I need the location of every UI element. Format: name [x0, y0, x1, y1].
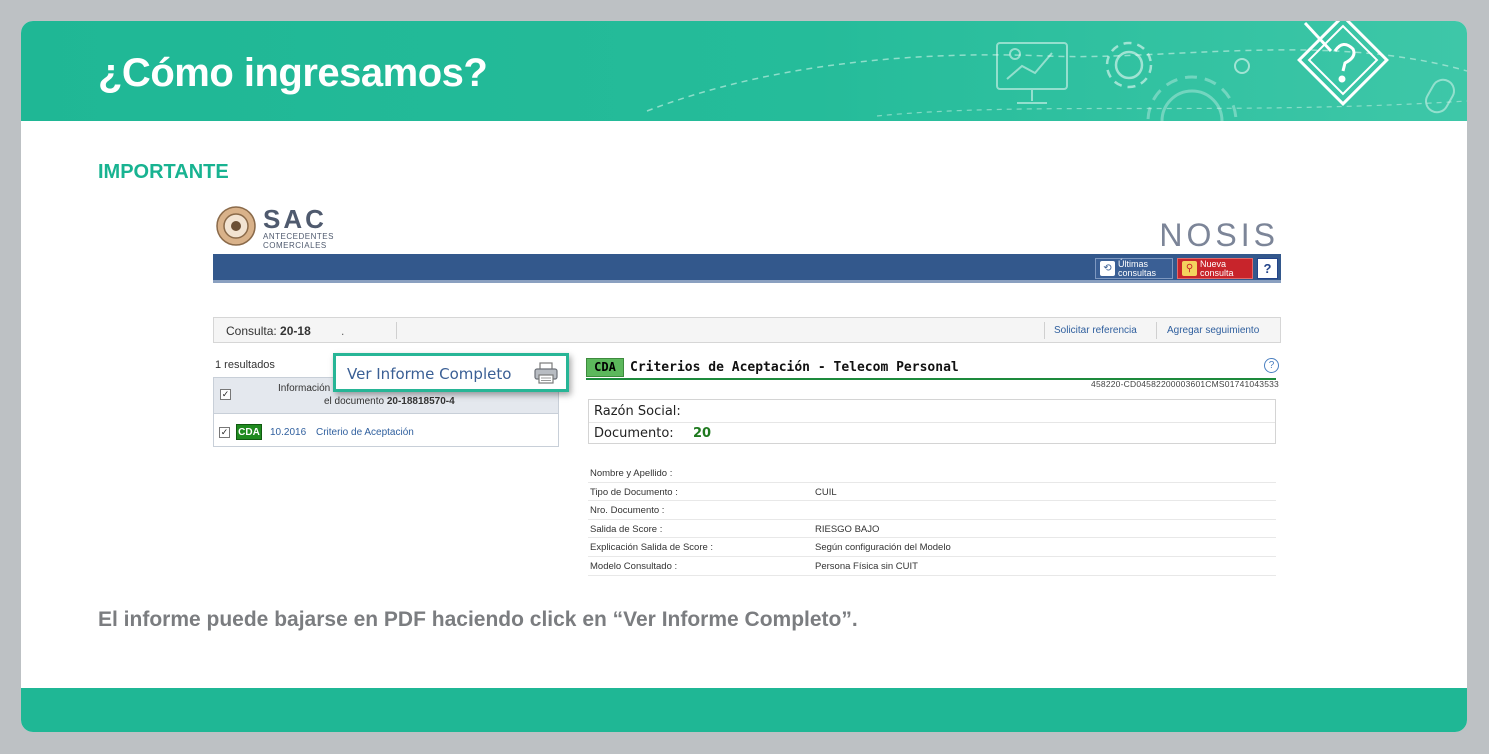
query-label: Consulta: 20-18 [226, 324, 311, 338]
report-details-table: Nombre y Apellido : Tipo de Documento : … [588, 464, 1276, 576]
ver-informe-completo-button[interactable]: Ver Informe Completo [333, 353, 569, 392]
ultimas-consultas-button[interactable]: ⟲ Últimas consultas [1095, 258, 1173, 279]
cda-badge: CDA [236, 424, 262, 440]
row-checkbox[interactable]: ✓ [219, 427, 230, 438]
razon-social-label: Razón Social: [594, 404, 681, 419]
results-header-doc: 20-18818570-4 [386, 396, 455, 407]
slide-title: ¿Cómo ingresamos? [98, 51, 488, 95]
documento-value: 20 [693, 426, 712, 441]
section-label: IMPORTANTE [98, 161, 229, 183]
app-navbar: ⟲ Últimas consultas ⚲ Nueva consulta ? [213, 254, 1281, 283]
detail-value: Persona Física sin CUIT [815, 560, 918, 572]
agregar-seguimiento-link[interactable]: Agregar seguimiento [1167, 325, 1259, 336]
slide-header: ¿Cómo ingresamos? [21, 21, 1467, 121]
detail-value: Según configuración del Modelo [815, 542, 951, 554]
detail-row: Nro. Documento : [588, 501, 1276, 520]
ultimas-line2: consultas [1118, 267, 1157, 278]
criterio-aceptacion-link[interactable]: Criterio de Aceptación [316, 427, 414, 438]
query-bar: Consulta: 20-18 . Solicitar referencia A… [213, 317, 1281, 343]
report-title-bar: CDA Criterios de Aceptación - Telecom Pe… [586, 358, 1276, 380]
report-cda-badge: CDA [586, 358, 624, 377]
sac-logo-icon [216, 206, 256, 246]
slide-card: ¿Cómo ingresamos? IMPORTANTE SAC ANTECED… [21, 21, 1467, 732]
results-header-line2: el documento 20-18818570-4 [324, 396, 455, 407]
results-count: 1 resultados [215, 359, 275, 371]
sac-sub-line1: ANTECEDENTES [263, 232, 334, 241]
mouse-icon [1425, 78, 1455, 114]
gear-icon [1146, 75, 1238, 121]
nosis-brand: NOSIS [1159, 217, 1279, 253]
sac-logo-subtitle: ANTECEDENTES COMERCIALES [263, 232, 334, 250]
documento-label: Documento: [594, 426, 674, 441]
detail-row: Tipo de Documento : CUIL [588, 483, 1276, 502]
report-info-box: Razón Social: Documento: 20 [588, 399, 1276, 444]
ultimas-label: Últimas consultas [1118, 259, 1157, 278]
solicitar-referencia-link[interactable]: Solicitar referencia [1054, 325, 1137, 336]
detail-row: Explicación Salida de Score : Según conf… [588, 538, 1276, 557]
detail-value: RIESGO BAJO [815, 523, 880, 535]
query-label-text: Consulta: [226, 324, 277, 338]
report-help-icon[interactable]: ? [1264, 358, 1279, 373]
info-divider [589, 422, 1275, 423]
detail-label: Salida de Score : [590, 523, 663, 535]
detail-label: Nombre y Apellido : [590, 468, 673, 479]
detail-label: Tipo de Documento : [590, 486, 678, 498]
detail-row: Salida de Score : RIESGO BAJO [588, 520, 1276, 539]
nueva-line2: consulta [1200, 267, 1234, 278]
app-screenshot: SAC ANTECEDENTES COMERCIALES NOSIS ⟲ Últ… [213, 201, 1281, 601]
slide-caption: El informe puede bajarse en PDF haciendo… [98, 608, 858, 631]
results-header-prefix: el documento [324, 396, 385, 407]
query-value: 20-18 [280, 324, 311, 338]
ver-informe-label: Ver Informe Completo [347, 365, 512, 383]
help-button[interactable]: ? [1257, 258, 1278, 279]
detail-label: Explicación Salida de Score : [590, 542, 714, 554]
nueva-consulta-button[interactable]: ⚲ Nueva consulta [1177, 258, 1253, 279]
detail-value: CUIL [815, 486, 837, 498]
nueva-label: Nueva consulta [1200, 259, 1234, 278]
printer-icon [534, 362, 558, 384]
detail-label: Nro. Documento : [590, 505, 665, 517]
report-title: Criterios de Aceptación - Telecom Person… [630, 360, 959, 375]
query-separator [1156, 322, 1157, 339]
history-icon: ⟲ [1100, 261, 1115, 276]
sac-sub-line2: COMERCIALES [263, 241, 327, 250]
detail-label: Modelo Consultado : [590, 560, 678, 572]
gear-icon [1105, 41, 1153, 89]
report-reference-code: 458220-CD04582200003601CMS01741043533 [1091, 379, 1279, 389]
query-dot: . [341, 324, 345, 338]
search-icon: ⚲ [1182, 261, 1197, 276]
detail-row: Nombre y Apellido : [588, 464, 1276, 483]
presentation-board-icon [996, 42, 1068, 104]
help-diamond-icon [1297, 21, 1389, 106]
sac-logo-text: SAC [263, 204, 327, 234]
select-all-checkbox[interactable]: ✓ [220, 389, 231, 400]
result-row[interactable]: ✓ CDA 10.2016 Criterio de Aceptación [214, 422, 558, 444]
query-separator [396, 322, 397, 339]
slide-footer [21, 688, 1467, 732]
header-decoration [646, 21, 1467, 121]
query-separator [1044, 322, 1045, 339]
result-date: 10.2016 [270, 427, 307, 438]
results-header-line1: Información [278, 383, 331, 394]
detail-row: Modelo Consultado : Persona Física sin C… [588, 557, 1276, 576]
